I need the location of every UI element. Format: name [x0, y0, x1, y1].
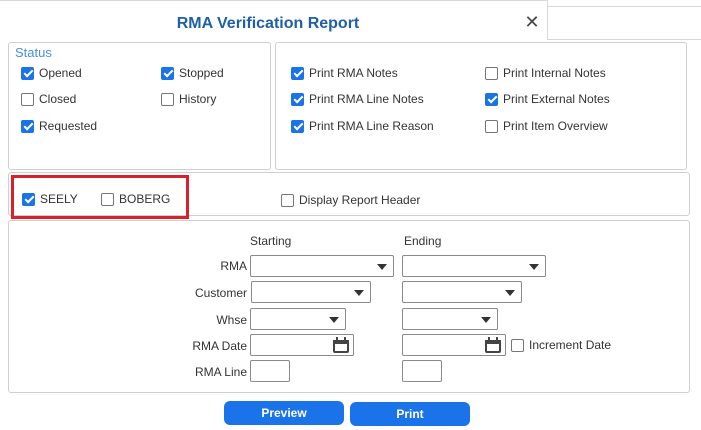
- checkbox-box[interactable]: [21, 92, 34, 106]
- checkbox-label: Increment Date: [529, 338, 612, 352]
- rma-label: RMA: [220, 259, 247, 273]
- chevron-down-icon: [329, 317, 339, 323]
- customer-label: Customer: [194, 286, 247, 300]
- print-internal-notes-checkbox[interactable]: Print Internal Notes: [485, 65, 606, 81]
- rma-line-start-input[interactable]: [250, 360, 290, 382]
- company-boberg-checkbox[interactable]: BOBERG: [101, 191, 170, 207]
- checkbox-label: Print RMA Line Notes: [309, 92, 424, 106]
- rma-date-label: RMA Date: [192, 339, 247, 353]
- checkbox-label: History: [179, 92, 217, 106]
- checkbox-box[interactable]: [485, 119, 498, 133]
- rma-date-start-field[interactable]: [250, 334, 354, 356]
- checkbox-box[interactable]: [21, 119, 34, 133]
- checkbox-label: Print Internal Notes: [503, 66, 606, 80]
- checkbox-label: Display Report Header: [299, 193, 421, 207]
- rma-date-end-field[interactable]: [402, 334, 506, 356]
- rma-line-label: RMA Line: [194, 365, 247, 379]
- checkbox-box[interactable]: [291, 66, 304, 80]
- chevron-down-icon: [529, 264, 539, 270]
- print-rma-line-reason-checkbox[interactable]: Print RMA Line Reason: [291, 118, 434, 134]
- checkbox-box[interactable]: [511, 338, 524, 352]
- checkbox-label: Closed: [39, 92, 77, 106]
- page-title: RMA Verification Report: [176, 15, 360, 32]
- print-button[interactable]: Print: [350, 402, 470, 426]
- status-legend: Status: [15, 45, 52, 60]
- display-report-header-checkbox[interactable]: Display Report Header: [281, 192, 420, 208]
- status-opened-checkbox[interactable]: Opened: [21, 65, 82, 81]
- status-history-checkbox[interactable]: History: [161, 91, 216, 107]
- print-item-overview-checkbox[interactable]: Print Item Overview: [485, 118, 608, 134]
- checkbox-box[interactable]: [291, 119, 304, 133]
- checkbox-label: Print External Notes: [503, 92, 610, 106]
- increment-date-checkbox[interactable]: Increment Date: [511, 337, 611, 353]
- calendar-icon[interactable]: [333, 337, 349, 353]
- checkbox-box[interactable]: [22, 192, 35, 206]
- calendar-icon[interactable]: [485, 337, 501, 353]
- chevron-down-icon: [505, 290, 515, 296]
- title-bar-extension: [548, 6, 701, 40]
- ending-header: Ending: [404, 234, 442, 248]
- chevron-down-icon: [354, 290, 364, 296]
- starting-header: Starting: [250, 234, 292, 248]
- chevron-down-icon: [377, 264, 387, 270]
- print-external-notes-checkbox[interactable]: Print External Notes: [485, 91, 610, 107]
- print-rma-notes-checkbox[interactable]: Print RMA Notes: [291, 65, 398, 81]
- company-seely-checkbox[interactable]: SEELY: [22, 191, 78, 207]
- customer-start-select[interactable]: [251, 281, 371, 303]
- checkbox-box[interactable]: [485, 92, 498, 106]
- checkbox-box[interactable]: [161, 66, 174, 80]
- checkbox-label: Print RMA Line Reason: [309, 119, 434, 133]
- chevron-down-icon: [481, 317, 491, 323]
- checkbox-box[interactable]: [281, 193, 294, 207]
- preview-button[interactable]: Preview: [224, 401, 344, 425]
- checkbox-label: BOBERG: [119, 192, 171, 206]
- checkbox-box[interactable]: [21, 66, 34, 80]
- whse-label: Whse: [216, 313, 247, 327]
- checkbox-label: Print Item Overview: [503, 119, 608, 133]
- status-stopped-checkbox[interactable]: Stopped: [161, 65, 224, 81]
- rma-line-end-input[interactable]: [402, 360, 442, 382]
- checkbox-label: Requested: [39, 119, 98, 133]
- checkbox-box[interactable]: [291, 92, 304, 106]
- customer-end-select[interactable]: [402, 281, 522, 303]
- status-closed-checkbox[interactable]: Closed: [21, 91, 76, 107]
- whse-start-select[interactable]: [250, 308, 346, 330]
- checkbox-label: Print RMA Notes: [309, 66, 398, 80]
- checkbox-label: Opened: [39, 66, 82, 80]
- print-rma-line-notes-checkbox[interactable]: Print RMA Line Notes: [291, 91, 424, 107]
- checkbox-label: SEELY: [40, 192, 78, 206]
- close-icon[interactable]: ✕: [524, 13, 540, 31]
- title-bar: RMA Verification Report ✕: [0, 0, 548, 40]
- whse-end-select[interactable]: [402, 308, 498, 330]
- rma-end-select[interactable]: [402, 255, 546, 277]
- status-requested-checkbox[interactable]: Requested: [21, 118, 97, 134]
- checkbox-box[interactable]: [101, 192, 114, 206]
- checkbox-box[interactable]: [161, 92, 174, 106]
- checkbox-box[interactable]: [485, 66, 498, 80]
- checkbox-label: Stopped: [179, 66, 224, 80]
- range-group: [8, 220, 690, 393]
- rma-start-select[interactable]: [250, 255, 394, 277]
